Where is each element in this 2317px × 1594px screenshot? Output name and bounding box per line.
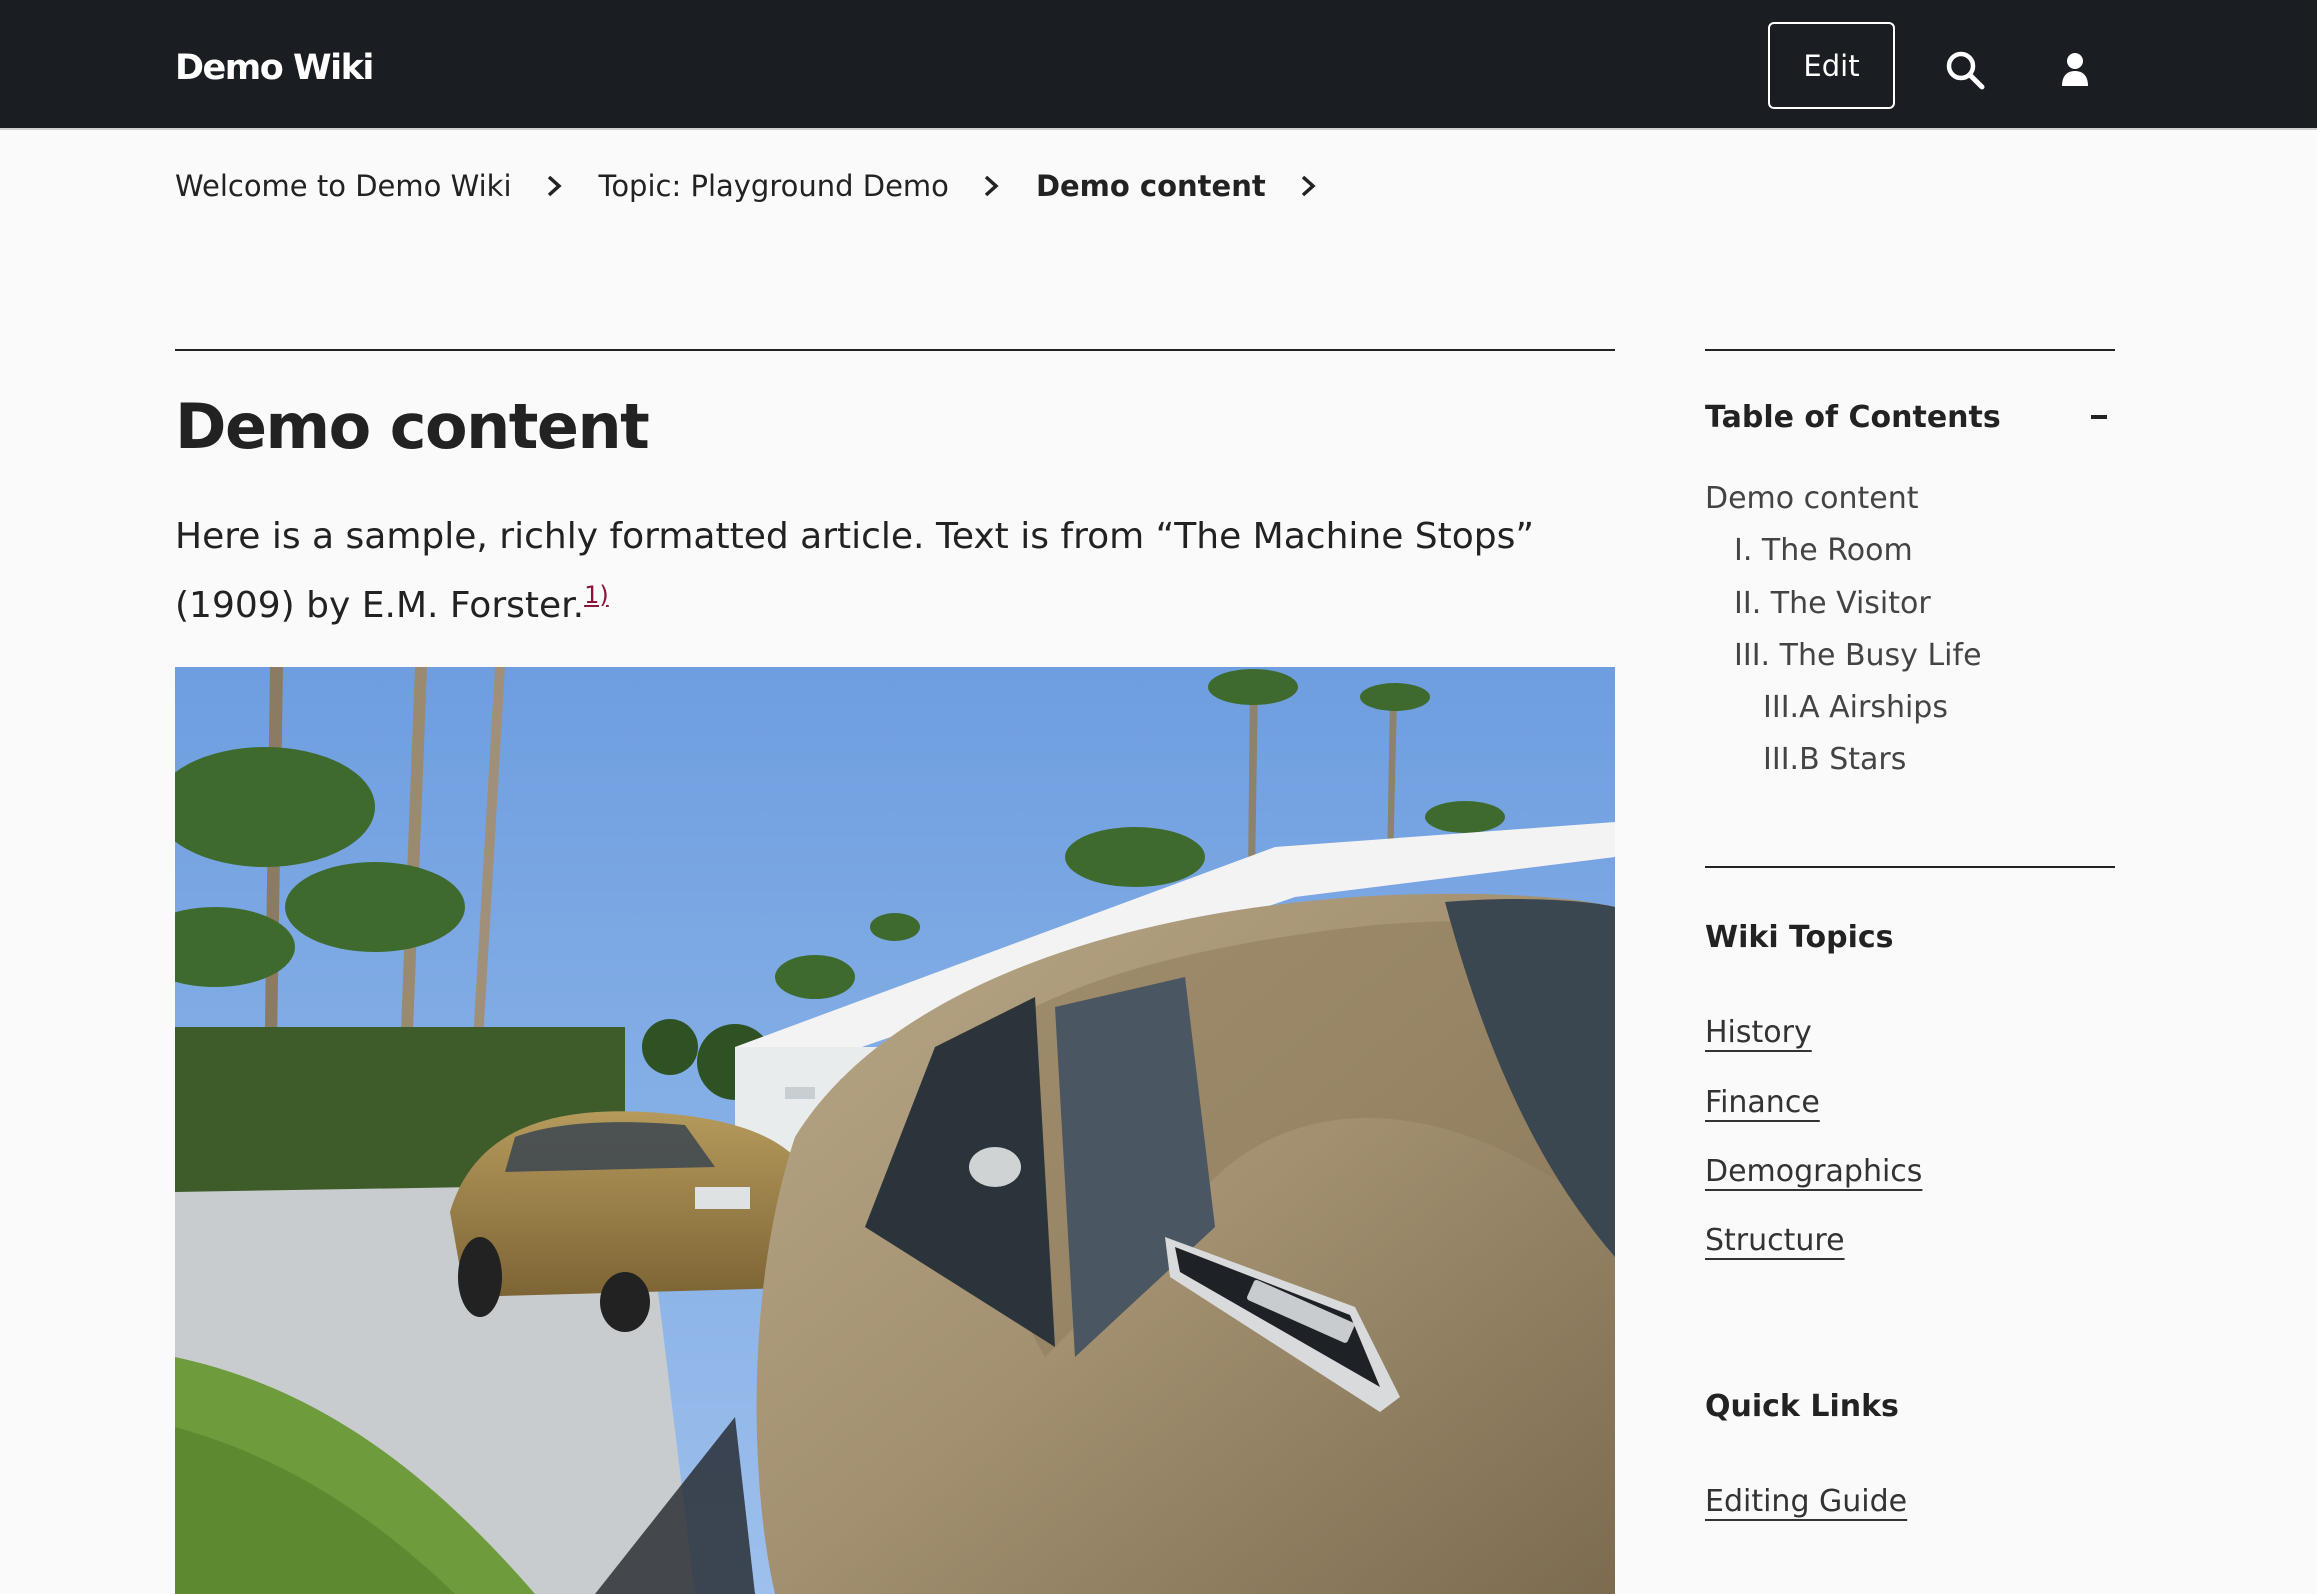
- edit-button[interactable]: Edit: [1768, 22, 1895, 109]
- chevron-right-icon: [547, 175, 562, 197]
- toc-item-the-room[interactable]: I. The Room: [1734, 533, 1913, 568]
- site-title[interactable]: Demo Wiki: [175, 48, 374, 88]
- breadcrumb: Welcome to Demo Wiki Topic: Playground D…: [175, 164, 1353, 208]
- user-icon[interactable]: [2060, 52, 2090, 86]
- article-divider: [175, 349, 1615, 351]
- footnote-link[interactable]: 1): [584, 581, 609, 609]
- wiki-topic-demographics[interactable]: Demographics: [1705, 1154, 1922, 1189]
- intro-text: Here is a sample, richly formatted artic…: [175, 516, 1535, 626]
- search-icon[interactable]: [1945, 50, 1985, 90]
- toc-item-demo-content[interactable]: Demo content: [1705, 481, 1919, 516]
- page-title: Demo content: [175, 390, 650, 463]
- collapse-toc-button[interactable]: [2090, 407, 2108, 427]
- toc-divider: [1705, 349, 2115, 351]
- wiki-topic-structure[interactable]: Structure: [1705, 1223, 1845, 1258]
- article-hero-image: [175, 667, 1615, 1594]
- quick-link-editing-guide[interactable]: Editing Guide: [1705, 1484, 1907, 1519]
- top-navigation-bar: Demo Wiki Edit: [0, 0, 2317, 130]
- minus-icon: [2091, 415, 2107, 419]
- chevron-right-icon: [984, 175, 999, 197]
- toc-title: Table of Contents: [1705, 400, 2001, 435]
- wiki-topics-heading: Wiki Topics: [1705, 920, 1894, 955]
- quick-links-heading: Quick Links: [1705, 1389, 1899, 1424]
- wiki-topic-finance[interactable]: Finance: [1705, 1085, 1820, 1120]
- toc-item-airships[interactable]: III.A Airships: [1763, 690, 1948, 725]
- breadcrumb-item-topic[interactable]: Topic: Playground Demo: [599, 169, 949, 203]
- wiki-topics-divider: [1705, 866, 2115, 868]
- breadcrumb-item-home[interactable]: Welcome to Demo Wiki: [175, 169, 512, 203]
- toc-item-the-busy-life[interactable]: III. The Busy Life: [1734, 638, 1982, 673]
- wiki-topic-history[interactable]: History: [1705, 1015, 1812, 1050]
- toc-item-the-visitor[interactable]: II. The Visitor: [1734, 586, 1931, 621]
- breadcrumb-item-current[interactable]: Demo content: [1036, 169, 1266, 203]
- article-intro: Here is a sample, richly formatted artic…: [175, 507, 1615, 635]
- toc-item-stars[interactable]: III.B Stars: [1763, 742, 1906, 777]
- chevron-right-icon: [1301, 175, 1316, 197]
